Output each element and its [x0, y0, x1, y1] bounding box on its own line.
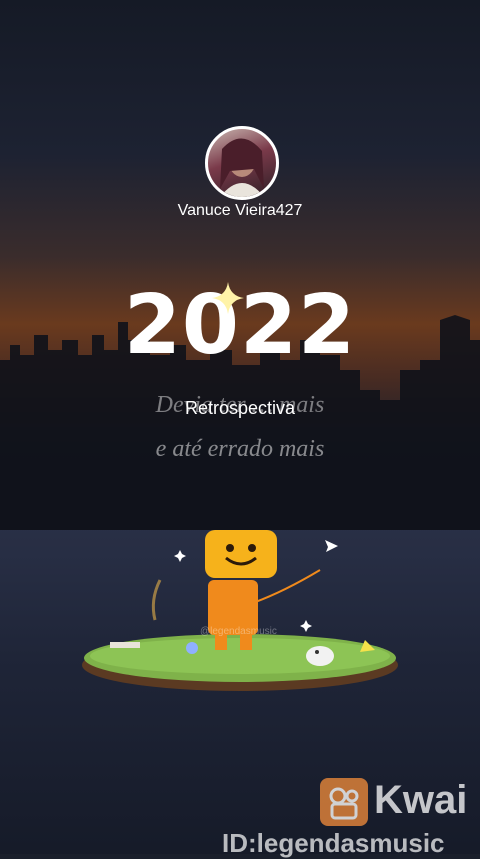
sparkle-icon: [212, 282, 244, 314]
lyric-line-2: e até errado mais: [155, 436, 325, 462]
retrospectiva-label: Retrospectiva: [184, 398, 296, 418]
small-watermark: @legendasmusic: [200, 626, 277, 637]
user-avatar[interactable]: [205, 126, 279, 200]
username-label: Vanuce Vieira427: [177, 202, 303, 219]
kwai-id-label: ID:legendasmusic: [222, 828, 445, 858]
kwai-brand-label: Kwai: [374, 778, 468, 822]
kwai-logo-icon: [320, 778, 368, 826]
mascot-illustration: [82, 530, 398, 691]
